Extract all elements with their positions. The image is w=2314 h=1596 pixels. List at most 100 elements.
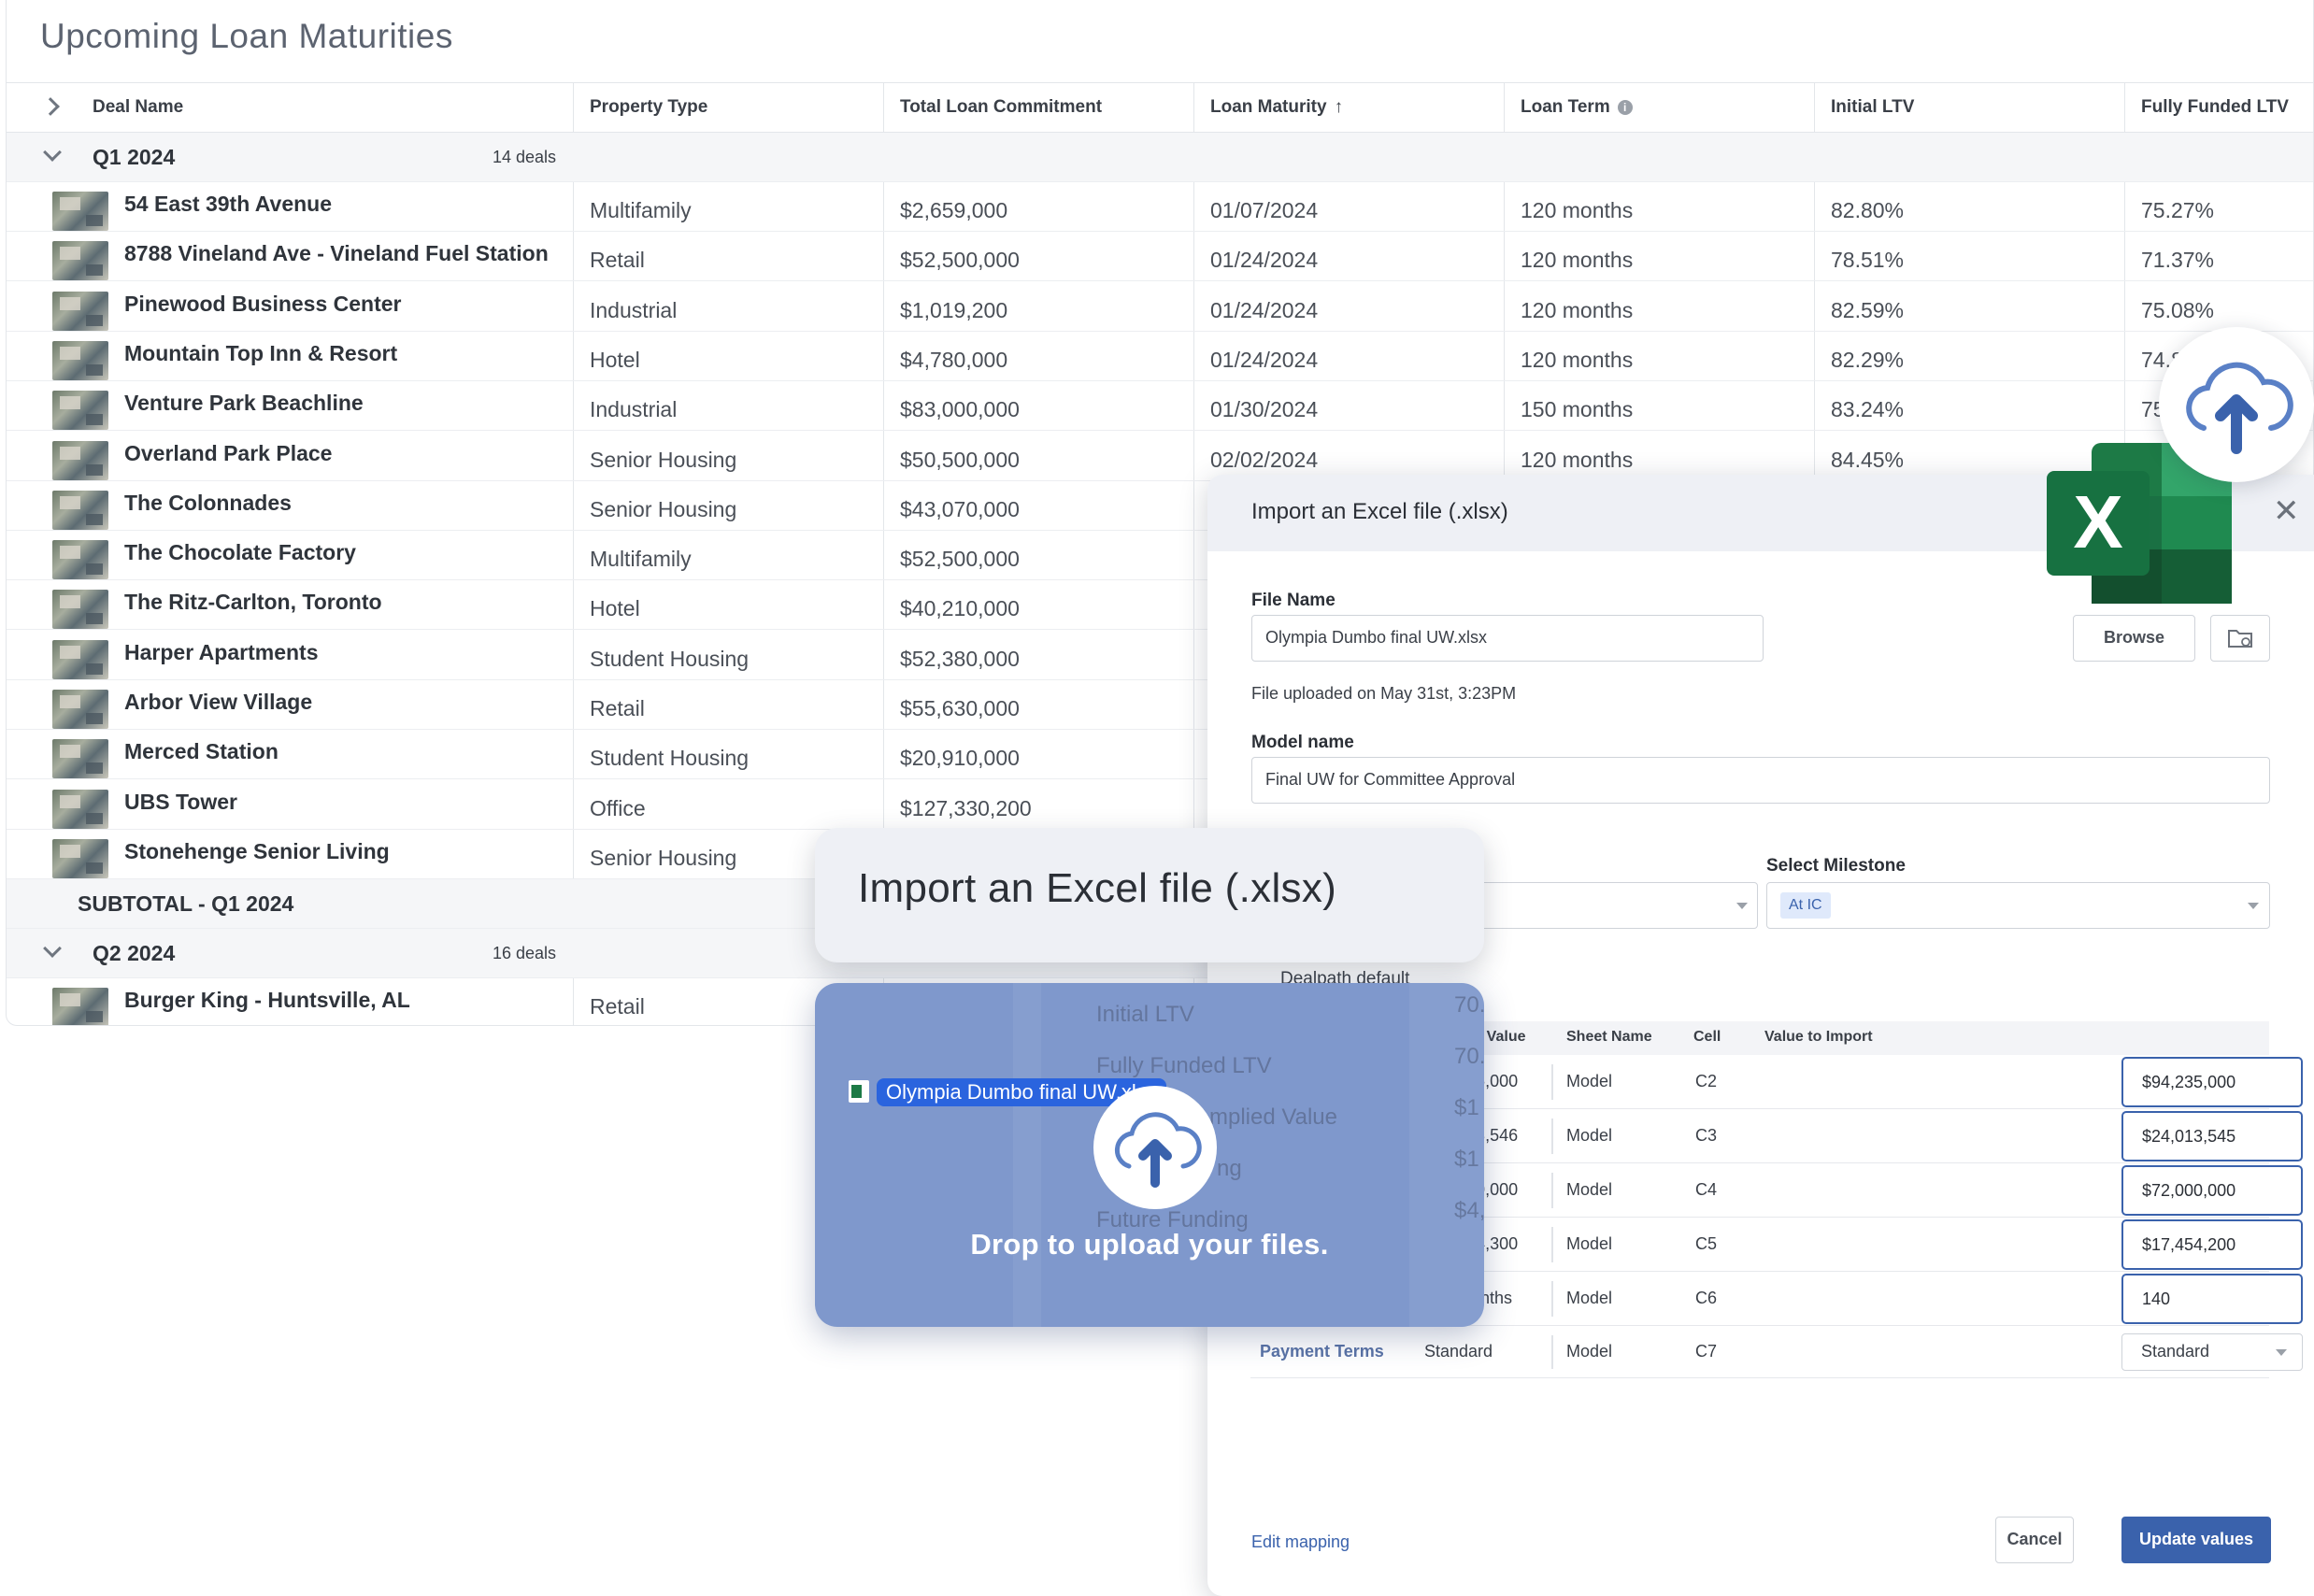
sheet-name: Model xyxy=(1566,1072,1613,1090)
property-thumbnail xyxy=(52,639,108,679)
table-row[interactable]: 54 East 39th Avenue Multifamily $2,659,000… xyxy=(7,182,2313,232)
loan-maturity: 01/30/2024 xyxy=(1210,397,1319,422)
cell-ref: C3 xyxy=(1695,1126,1718,1145)
loan-commitment: $52,500,000 xyxy=(900,248,1020,273)
close-icon[interactable]: ✕ xyxy=(2273,495,2300,527)
file-name-label: File Name xyxy=(1251,591,1336,610)
cell-divider xyxy=(1551,1064,1553,1100)
deal-name[interactable]: Merced Station xyxy=(124,730,279,773)
svg-text:X: X xyxy=(2073,480,2122,563)
value-to-import-input[interactable]: $72,000,000 xyxy=(2121,1165,2303,1216)
info-icon[interactable]: i xyxy=(1617,99,1633,115)
col-total-commitment[interactable]: Total Loan Commitment xyxy=(900,83,1102,132)
deal-name[interactable]: Stonehenge Senior Living xyxy=(124,830,390,873)
fully-funded-ltv: 75.27% xyxy=(2141,198,2215,222)
ghost-label: ng xyxy=(1217,1156,1242,1181)
sheet-name: Model xyxy=(1566,1180,1613,1199)
cell-divider xyxy=(1551,1173,1553,1208)
cloud-upload-icon xyxy=(1114,1112,1202,1188)
folder-button[interactable] xyxy=(2210,615,2270,662)
col-loan-term[interactable]: Loan Term i xyxy=(1521,83,1633,132)
deal-name[interactable]: Overland Park Place xyxy=(124,432,332,475)
cell-divider xyxy=(1551,1119,1553,1154)
value-to-import-input[interactable]: $17,454,200 xyxy=(2121,1219,2303,1270)
property-type: Senior Housing xyxy=(590,496,737,521)
drop-message: Drop to upload your files. xyxy=(970,1228,1329,1261)
value-to-import-input[interactable]: $24,013,545 xyxy=(2121,1111,2303,1161)
group-row-q1[interactable]: Q1 2024 14 deals xyxy=(7,133,2313,182)
edit-mapping-link[interactable]: Edit mapping xyxy=(1251,1532,1350,1552)
property-type: Hotel xyxy=(590,596,640,621)
property-thumbnail xyxy=(52,540,108,580)
cancel-button[interactable]: Cancel xyxy=(1995,1517,2074,1563)
col-initial-ltv[interactable]: Initial LTV xyxy=(1831,83,1914,132)
col-loan-maturity[interactable]: Loan Maturity ↑ xyxy=(1210,83,1343,132)
deal-name[interactable]: Venture Park Beachline xyxy=(124,381,364,424)
dialog-title: Import an Excel file (.xlsx) xyxy=(1251,499,1508,524)
loan-commitment: $52,380,000 xyxy=(900,646,1020,671)
col-deal-name[interactable]: Deal Name xyxy=(93,83,183,132)
update-values-button[interactable]: Update values xyxy=(2121,1517,2271,1563)
col-property-type[interactable]: Property Type xyxy=(590,83,707,132)
chevron-down-icon[interactable] xyxy=(43,143,62,162)
dropdown-caret-icon xyxy=(1736,903,1748,909)
milestone-select[interactable]: At IC xyxy=(1766,882,2270,929)
loan-maturity: 01/07/2024 xyxy=(1210,198,1319,222)
model-name-field[interactable]: Final UW for Committee Approval xyxy=(1251,757,2270,804)
browse-button[interactable]: Browse xyxy=(2073,615,2195,662)
excel-file-icon xyxy=(849,1080,869,1103)
cell-divider xyxy=(1551,1281,1553,1317)
deal-name[interactable]: 54 East 39th Avenue xyxy=(124,182,332,225)
loan-term: 120 months xyxy=(1521,297,1634,322)
loan-term: 120 months xyxy=(1521,198,1634,222)
ghost-value: 70. xyxy=(1454,992,1484,1018)
deal-name[interactable]: Harper Apartments xyxy=(124,631,318,674)
deal-name[interactable]: The Ritz-Carlton, Toronto xyxy=(124,580,382,623)
milestone-tag: At IC xyxy=(1780,892,1831,919)
property-thumbnail xyxy=(52,192,108,231)
table-row[interactable]: Pinewood Business Center Industrial $1,019… xyxy=(7,282,2313,332)
chevron-down-icon[interactable] xyxy=(43,939,62,958)
cell-ref: C6 xyxy=(1695,1289,1718,1307)
deal-name[interactable]: The Chocolate Factory xyxy=(124,531,356,574)
drop-upload-zone[interactable]: Initial LTV Fully Funded LTV mplied Valu… xyxy=(815,983,1484,1327)
ghost-label: Initial LTV xyxy=(1096,1002,1194,1027)
group-count: 14 deals xyxy=(493,148,557,166)
deal-name[interactable]: 8788 Vineland Ave - Vineland Fuel Statio… xyxy=(124,232,549,275)
sheet-name: Model xyxy=(1566,1342,1613,1361)
property-thumbnail xyxy=(52,490,108,530)
sort-up-icon[interactable]: ↑ xyxy=(1335,83,1344,132)
deal-name[interactable]: Burger King - Huntsville, AL xyxy=(124,978,410,1021)
table-row[interactable]: Venture Park Beachline Industrial $83,000,… xyxy=(7,381,2313,432)
cell-divider xyxy=(1551,1335,1553,1369)
value-to-import-input[interactable]: $94,235,000 xyxy=(2121,1057,2303,1107)
loan-commitment: $52,500,000 xyxy=(900,547,1020,572)
property-thumbnail xyxy=(52,690,108,729)
table-row[interactable]: 8788 Vineland Ave - Vineland Fuel Statio… xyxy=(7,232,2313,282)
group-label: Q1 2024 xyxy=(93,145,176,169)
deal-name[interactable]: Arbor View Village xyxy=(124,680,312,723)
property-type: Student Housing xyxy=(590,646,750,671)
col-fully-funded-ltv[interactable]: Fully Funded LTV xyxy=(2141,83,2289,132)
deal-name[interactable]: UBS Tower xyxy=(124,780,237,823)
chevron-right-icon[interactable] xyxy=(41,97,60,116)
loan-commitment: $43,070,000 xyxy=(900,496,1020,521)
col-sheet-name: Sheet Name xyxy=(1566,1029,1652,1045)
deal-name[interactable]: The Colonnades xyxy=(124,481,292,524)
upload-timestamp: File uploaded on May 31st, 3:23PM xyxy=(1251,684,1517,703)
deal-name[interactable]: Mountain Top Inn & Resort xyxy=(124,332,397,375)
payment-terms-select[interactable]: Standard xyxy=(2121,1333,2303,1371)
property-type: Retail xyxy=(590,248,645,273)
file-name-field[interactable]: Olympia Dumbo final UW.xlsx xyxy=(1251,615,1764,662)
deal-name[interactable]: Pinewood Business Center xyxy=(124,282,402,325)
value-to-import-input[interactable]: 140 xyxy=(2121,1274,2303,1324)
loan-commitment: $40,210,000 xyxy=(900,596,1020,621)
property-type: Senior Housing xyxy=(590,447,737,472)
table-row[interactable]: Mountain Top Inn & Resort Hotel $4,780,000… xyxy=(7,332,2313,381)
existing-value: Standard xyxy=(1424,1342,1493,1361)
ghost-column xyxy=(1013,983,1041,1327)
fully-funded-ltv: 71.37% xyxy=(2141,248,2215,273)
col-value-to-import: Value to Import xyxy=(1764,1029,1873,1045)
col-loan-maturity-label: Loan Maturity xyxy=(1210,97,1327,117)
table-row[interactable]: Overland Park Place Senior Housing $50,500… xyxy=(7,432,2313,481)
